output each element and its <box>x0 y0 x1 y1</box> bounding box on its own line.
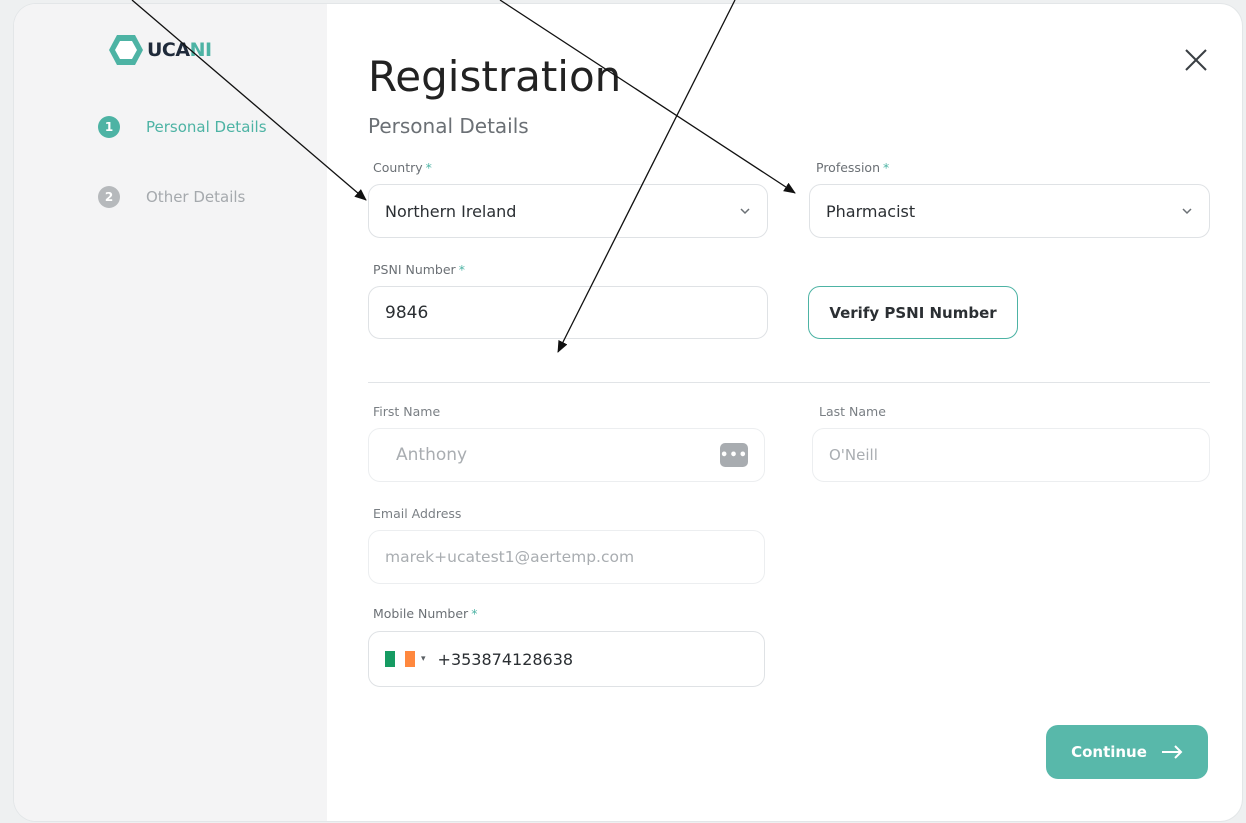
last-name-input[interactable]: O'Neill <box>812 428 1210 482</box>
first-name-value: Anthony <box>396 445 468 465</box>
country-label-text: Country <box>373 160 423 175</box>
step-label-other-details: Other Details <box>146 188 246 206</box>
last-name-value: O'Neill <box>829 446 878 464</box>
profession-label-text: Profession <box>816 160 880 175</box>
logo-text: UCANI <box>147 39 212 61</box>
country-label: Country * <box>373 160 432 175</box>
country-value: Northern Ireland <box>385 201 517 221</box>
country-select[interactable]: Northern Ireland <box>368 184 768 238</box>
country-required-mark: * <box>425 160 432 175</box>
continue-button[interactable]: Continue <box>1046 725 1208 779</box>
logo-text-uca: UCA <box>147 39 190 61</box>
email-label: Email Address <box>373 506 462 521</box>
mobile-number-input[interactable]: ▾ +353874128638 <box>368 631 765 687</box>
last-name-label: Last Name <box>819 404 886 419</box>
mobile-label: Mobile Number * <box>373 606 477 621</box>
ireland-flag-icon[interactable] <box>385 651 415 667</box>
flag-stripe-green <box>385 651 395 667</box>
step-number-1: 1 <box>98 116 120 138</box>
psni-number-value: 9846 <box>385 302 429 323</box>
first-name-label: First Name <box>373 404 441 419</box>
logo-text-ni: NI <box>189 39 212 61</box>
mobile-number-value: +353874128638 <box>437 649 574 669</box>
step-personal-details[interactable]: 1 Personal Details <box>98 116 267 138</box>
continue-label: Continue <box>1071 743 1147 761</box>
psni-label: PSNI Number * <box>373 262 465 277</box>
flag-stripe-orange <box>405 651 415 667</box>
mobile-label-text: Mobile Number <box>373 606 469 621</box>
page-title: Registration <box>368 52 622 101</box>
page-subtitle: Personal Details <box>368 114 529 138</box>
profession-required-mark: * <box>883 160 890 175</box>
profession-label: Profession * <box>816 160 889 175</box>
flag-stripe-white <box>395 651 405 667</box>
ucani-logo: UCANI <box>108 30 238 70</box>
profession-select[interactable]: Pharmacist <box>809 184 1210 238</box>
email-value: marek+ucatest1@aertemp.com <box>385 548 635 566</box>
profession-value: Pharmacist <box>826 201 916 221</box>
sidebar: UCANI 1 Personal Details 2 Other Details <box>14 4 327 821</box>
step-other-details[interactable]: 2 Other Details <box>98 186 245 208</box>
registration-modal: UCANI 1 Personal Details 2 Other Details… <box>14 4 1242 821</box>
arrow-right-icon <box>1161 745 1183 759</box>
country-code-caret-icon[interactable]: ▾ <box>421 654 426 664</box>
chevron-down-icon <box>740 208 750 215</box>
verify-psni-button[interactable]: Verify PSNI Number <box>808 286 1018 339</box>
step-label-personal-details: Personal Details <box>146 118 267 136</box>
mobile-required-mark: * <box>471 606 478 621</box>
psni-label-text: PSNI Number <box>373 262 456 277</box>
step-number-2: 2 <box>98 186 120 208</box>
section-divider <box>368 382 1210 383</box>
psni-number-input[interactable]: 9846 <box>368 286 768 339</box>
close-icon[interactable] <box>1182 46 1210 74</box>
email-input[interactable]: marek+ucatest1@aertemp.com <box>368 530 765 584</box>
password-manager-icon[interactable]: ••• <box>720 443 748 467</box>
hexagon-logo-icon <box>109 35 143 65</box>
first-name-input[interactable]: Anthony ••• <box>368 428 765 482</box>
psni-required-mark: * <box>458 262 465 277</box>
chevron-down-icon <box>1182 208 1192 215</box>
